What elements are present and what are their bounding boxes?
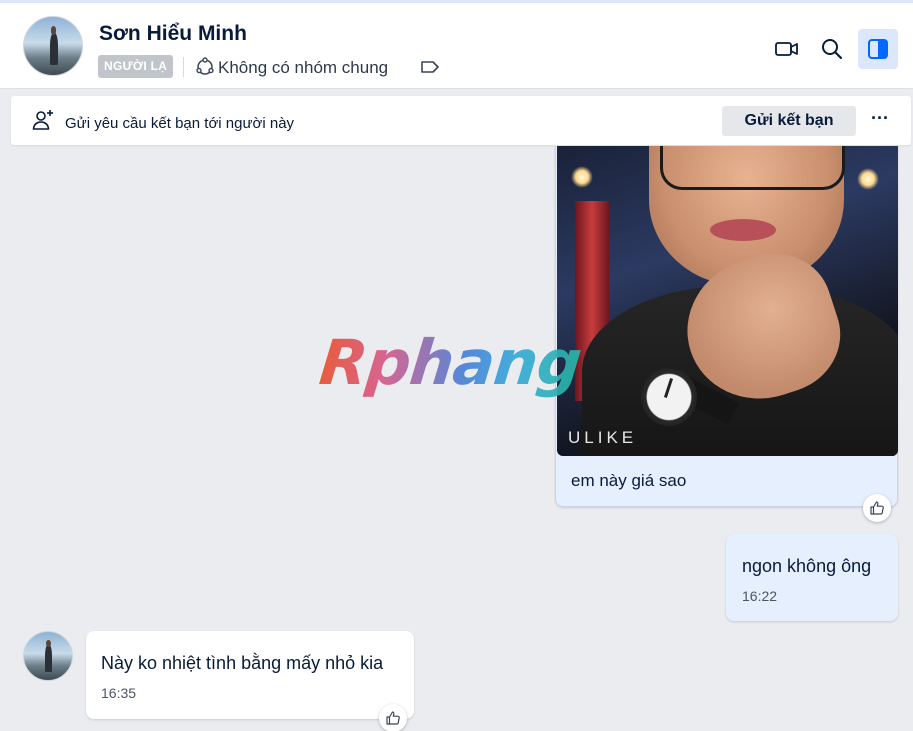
message-time: 16:22	[742, 588, 778, 604]
contact-avatar[interactable]	[23, 16, 83, 76]
message-text: ngon không ông	[742, 556, 872, 576]
header-divider	[183, 57, 184, 77]
watermark-logo: Rphang	[316, 326, 585, 399]
react-button[interactable]	[379, 704, 407, 731]
contact-name[interactable]: Sơn Hiểu Minh	[99, 22, 247, 46]
video-call-icon	[775, 42, 798, 56]
stranger-badge: NGƯỜI LẠ	[98, 55, 174, 78]
panel-toggle-icon	[868, 39, 888, 59]
common-groups-label[interactable]: Không có nhóm chung	[218, 58, 388, 78]
image-caption: em này giá sao	[571, 471, 687, 490]
friend-request-text: Gửi yêu cầu kết bạn tới người này	[65, 115, 295, 132]
more-options-button[interactable]: ···	[863, 106, 897, 136]
react-button[interactable]	[863, 494, 891, 522]
search-icon	[822, 39, 843, 60]
message-text: Này ko nhiệt tình bằng mấy nhỏ kia	[101, 653, 384, 673]
add-friend-icon	[32, 110, 53, 130]
message-time: 16:35	[101, 685, 137, 701]
send-friend-request-button[interactable]: Gửi kết bạn	[722, 106, 856, 136]
photo-brand-text: ULIKE	[568, 428, 638, 447]
sender-avatar[interactable]	[23, 631, 73, 681]
thumbs-up-icon	[386, 711, 400, 725]
search-button[interactable]	[812, 29, 852, 69]
conversation-info-toggle[interactable]	[858, 29, 898, 69]
friend-request-bar: Gửi yêu cầu kết bạn tới người này Gửi kế…	[11, 96, 911, 145]
sent-message-bubble[interactable]: ngon không ông 16:22	[726, 534, 898, 621]
tag-icon[interactable]	[419, 58, 441, 76]
video-call-button[interactable]	[767, 29, 807, 69]
received-message-bubble[interactable]: Này ko nhiệt tình bằng mấy nhỏ kia 16:35	[86, 631, 414, 731]
thumbs-up-icon	[870, 501, 884, 515]
group-icon	[196, 57, 214, 75]
image-message: ULIKE em này giá sao	[555, 146, 898, 522]
chat-header: Sơn Hiểu Minh NGƯỜI LẠ Không có nhóm chu…	[0, 3, 913, 89]
message-photo[interactable]: ULIKE	[557, 146, 898, 456]
